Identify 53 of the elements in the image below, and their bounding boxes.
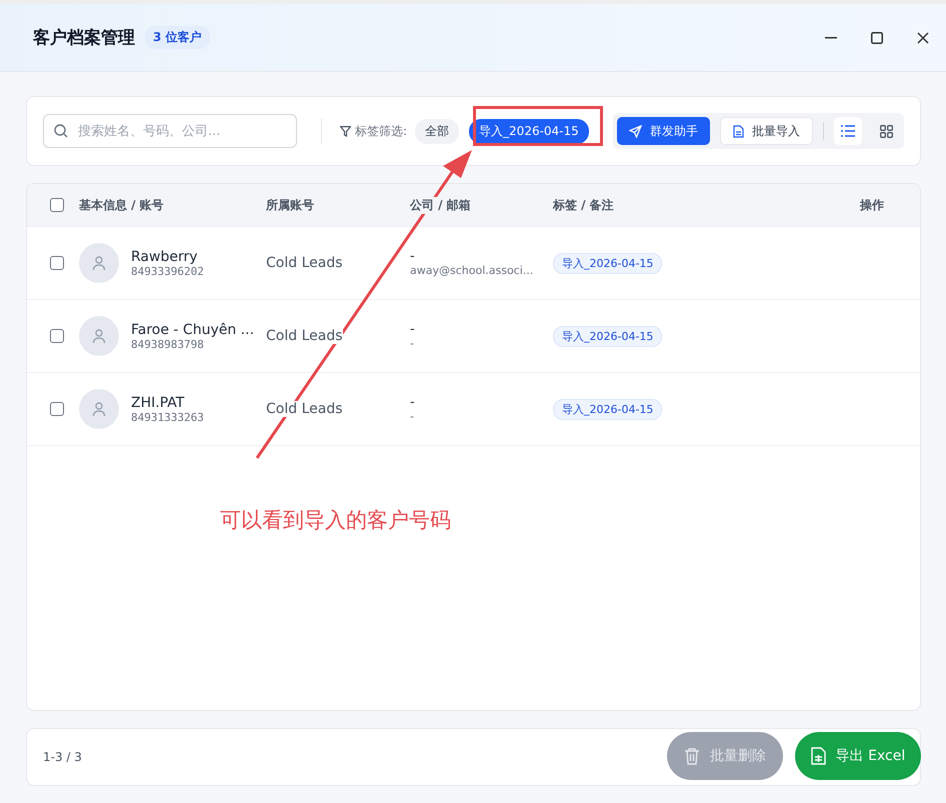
column-header: 公司 / 邮箱	[410, 196, 471, 214]
export-excel-button[interactable]: 导出 Excel	[795, 732, 921, 780]
column-header: 操作	[860, 196, 884, 214]
customer-name: Rawberry	[131, 248, 198, 264]
row-checkbox[interactable]	[50, 402, 64, 416]
document-icon	[733, 124, 744, 138]
email-cell-text: away@school.associ...	[410, 264, 534, 277]
account-cell: Cold Leads	[266, 401, 342, 417]
company-cell-text: -	[410, 322, 416, 337]
column-header: 所属账号	[266, 196, 314, 214]
column-header: 标签 / 备注	[553, 196, 614, 214]
select-all-checkbox[interactable]	[50, 198, 64, 212]
maximize-icon	[871, 32, 883, 44]
filter-icon	[340, 126, 351, 136]
customer-count-badge: 3 位客户	[145, 26, 210, 49]
tag-chip: 导入_2026-04-15	[553, 398, 662, 420]
search-field[interactable]: 搜索姓名、号码、公司...	[43, 114, 297, 148]
email-cell-text: -	[410, 337, 415, 350]
column-header: 基本信息 / 账号	[79, 196, 164, 214]
trash-icon	[684, 747, 700, 765]
person-icon	[91, 255, 107, 271]
window-title: 客户档案管理	[33, 27, 135, 49]
phone-number: 84938983798	[131, 338, 205, 350]
tag-filter-chip[interactable]: 导入_2026-04-15	[469, 118, 589, 144]
person-icon	[91, 328, 107, 344]
grid-icon	[880, 124, 892, 138]
customer-name: Faroe - Chuyên ...	[131, 322, 254, 338]
list-icon	[841, 125, 855, 137]
company-cell-text: -	[410, 249, 416, 264]
filter-label: 标签筛选:	[355, 122, 408, 140]
tag-chip: 导入_2026-04-15	[553, 326, 662, 346]
company-cell-text: -	[410, 395, 416, 410]
broadcast-button[interactable]: 群发助手	[617, 117, 710, 145]
minimize-icon	[825, 36, 837, 38]
row-checkbox[interactable]	[50, 256, 64, 270]
close-icon	[917, 32, 929, 44]
batch-import-button[interactable]: 批量导入	[720, 117, 813, 145]
phone-number: 84931333263	[131, 410, 204, 424]
tag-chip: 导入_2026-04-15	[553, 252, 662, 274]
spreadsheet-icon	[810, 747, 826, 765]
customer-name: ZHI.PAT	[131, 394, 186, 410]
email-cell-text: -	[410, 410, 415, 423]
row-checkbox[interactable]	[50, 329, 64, 343]
range-label: 1-3 / 3	[43, 750, 82, 764]
phone-number: 84933396202	[131, 264, 204, 278]
annotation-text: 可以看到导入的客户号码	[220, 507, 451, 534]
search-input[interactable]: 搜索姓名、号码、公司...	[76, 122, 286, 140]
send-icon	[629, 124, 642, 138]
account-cell: Cold Leads	[266, 328, 342, 344]
search-icon	[54, 124, 68, 138]
person-icon	[91, 401, 107, 417]
view-toggle[interactable]	[834, 117, 862, 145]
tag-filter-chip[interactable]: 全部	[415, 118, 460, 144]
